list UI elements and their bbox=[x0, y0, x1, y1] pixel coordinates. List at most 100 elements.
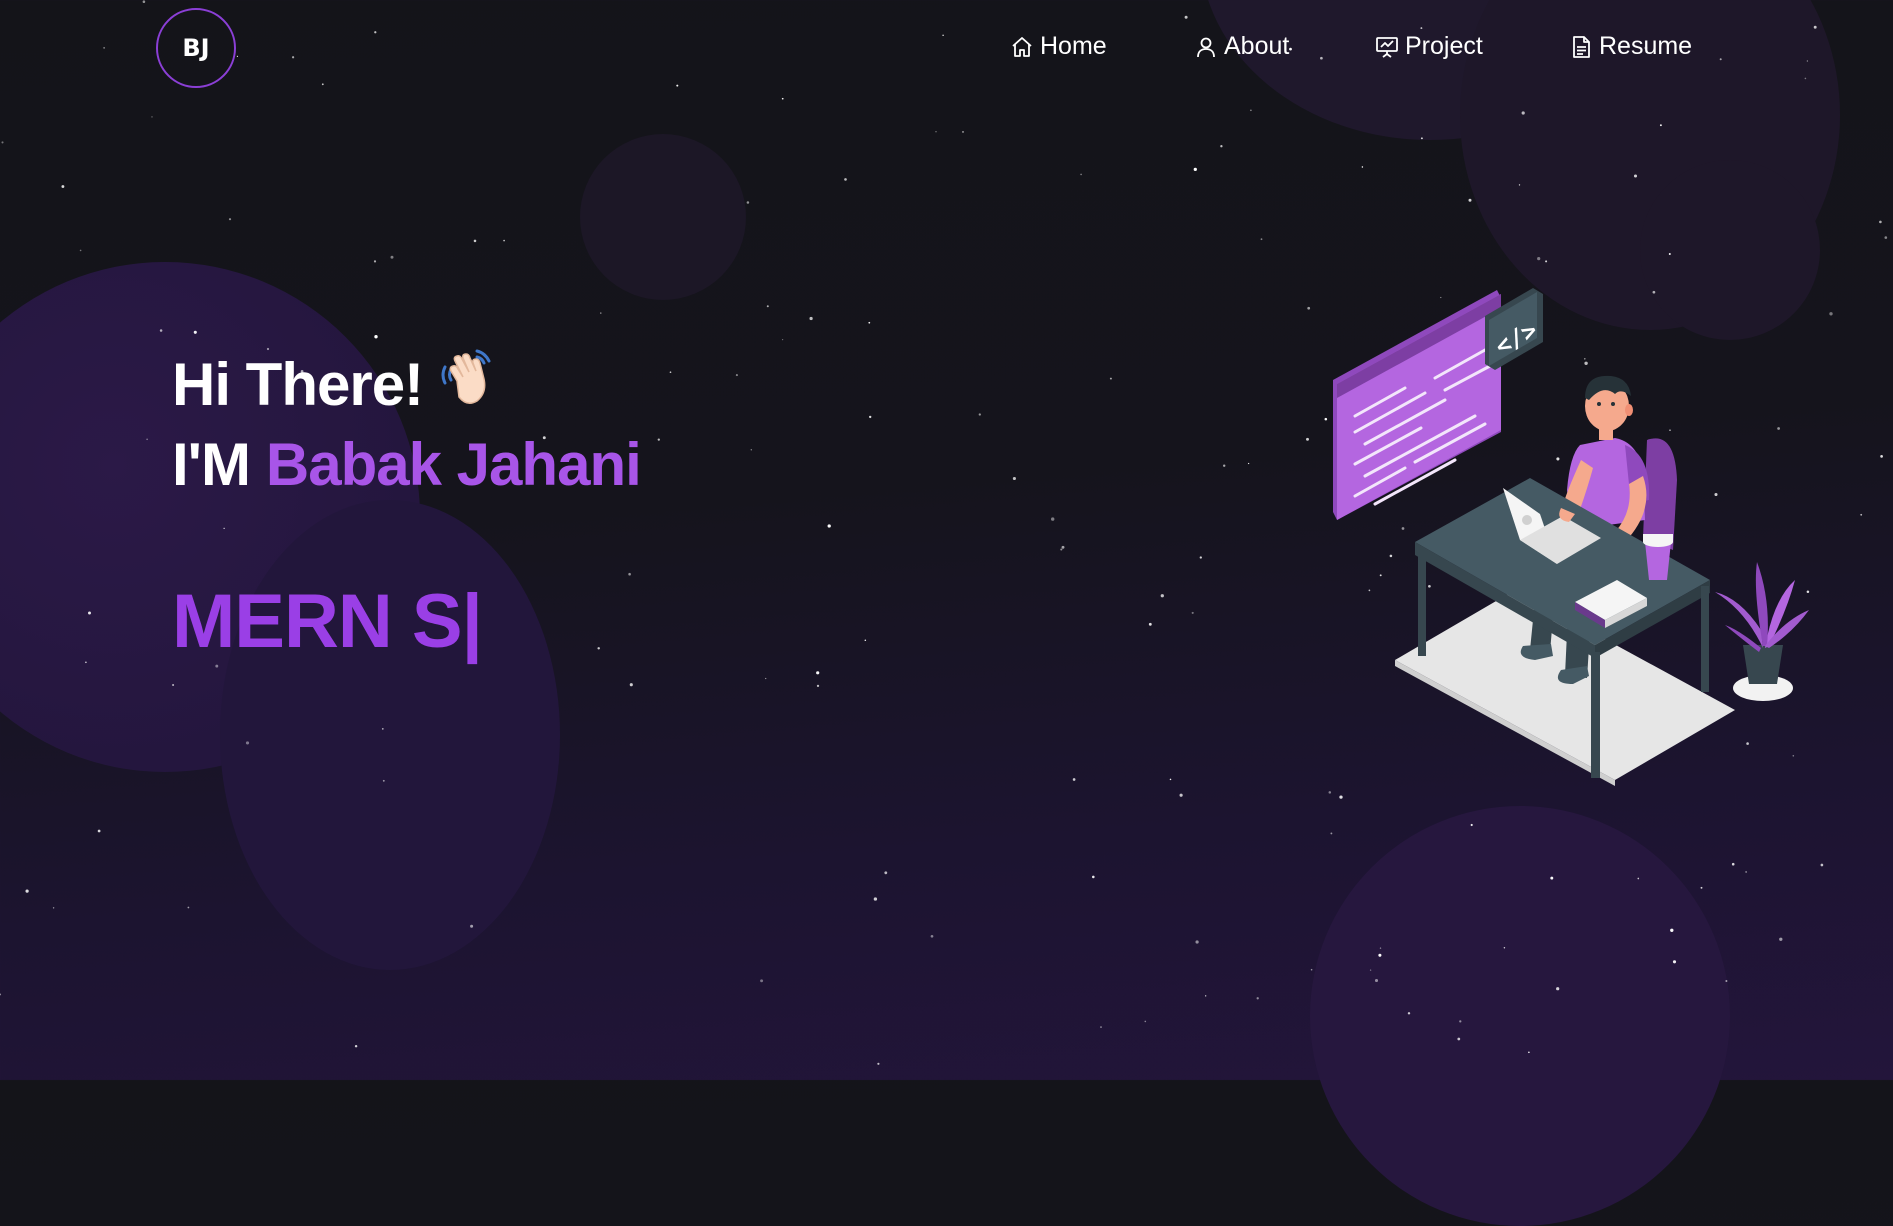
star bbox=[600, 312, 602, 314]
star bbox=[868, 321, 871, 324]
star bbox=[1307, 306, 1311, 310]
star bbox=[1310, 968, 1313, 971]
star bbox=[61, 185, 65, 188]
nav-about[interactable]: About bbox=[1194, 32, 1375, 61]
star bbox=[1109, 377, 1112, 380]
star bbox=[1813, 25, 1817, 29]
star bbox=[0, 993, 2, 996]
typewriter-text: MERN S| bbox=[172, 579, 483, 664]
nav-home-label: Home bbox=[1040, 32, 1107, 60]
star bbox=[354, 1044, 358, 1048]
star bbox=[1193, 167, 1197, 172]
star bbox=[374, 31, 377, 34]
home-icon bbox=[1012, 36, 1032, 57]
developer-illustration: </> bbox=[1333, 288, 1809, 786]
star bbox=[1072, 778, 1076, 781]
star bbox=[765, 677, 767, 680]
star bbox=[781, 97, 784, 100]
star bbox=[1633, 174, 1638, 178]
star bbox=[1468, 198, 1472, 202]
star bbox=[816, 684, 820, 688]
star bbox=[1179, 793, 1183, 797]
star bbox=[1725, 979, 1728, 983]
star bbox=[321, 83, 324, 86]
star bbox=[373, 260, 377, 263]
hero-intro: Hi There! I'M Babak Jahani bbox=[172, 345, 642, 506]
star bbox=[503, 239, 505, 242]
star bbox=[782, 339, 784, 341]
star bbox=[750, 449, 752, 451]
star bbox=[1659, 124, 1662, 127]
document-icon bbox=[1573, 35, 1590, 58]
star bbox=[1637, 877, 1640, 880]
star bbox=[877, 1062, 880, 1065]
code-window-icon bbox=[1333, 290, 1501, 520]
star bbox=[884, 871, 888, 875]
star bbox=[1379, 947, 1382, 949]
star bbox=[1804, 77, 1807, 80]
star bbox=[1205, 995, 1207, 997]
logo[interactable]: BJ bbox=[156, 8, 236, 88]
nav-project[interactable]: Project bbox=[1375, 32, 1569, 61]
star bbox=[1260, 238, 1263, 241]
star bbox=[827, 524, 831, 528]
star bbox=[1160, 594, 1164, 598]
star bbox=[1169, 778, 1172, 781]
star bbox=[1195, 940, 1199, 944]
star bbox=[1339, 795, 1343, 799]
nav-resume[interactable]: Resume bbox=[1569, 32, 1729, 61]
star bbox=[1369, 969, 1372, 971]
star bbox=[657, 438, 660, 441]
star bbox=[1247, 462, 1250, 465]
star bbox=[1670, 928, 1674, 932]
star bbox=[1745, 871, 1747, 873]
star bbox=[85, 661, 87, 664]
star bbox=[1521, 111, 1525, 115]
star bbox=[215, 664, 219, 668]
star bbox=[470, 924, 474, 928]
star bbox=[1374, 978, 1379, 983]
star bbox=[245, 741, 250, 745]
intro-prefix: I'M bbox=[172, 430, 251, 498]
star bbox=[193, 330, 197, 334]
star bbox=[1148, 622, 1152, 626]
star bbox=[669, 371, 672, 374]
star bbox=[935, 131, 937, 133]
star bbox=[869, 415, 872, 419]
star bbox=[1503, 947, 1506, 949]
star bbox=[766, 305, 769, 308]
star bbox=[1407, 1012, 1411, 1015]
star bbox=[223, 527, 225, 530]
star bbox=[1884, 236, 1888, 239]
star bbox=[1, 141, 4, 144]
star bbox=[1672, 960, 1677, 964]
star bbox=[382, 779, 385, 782]
star bbox=[930, 934, 934, 938]
star bbox=[1144, 1020, 1147, 1023]
star bbox=[159, 329, 163, 332]
star bbox=[816, 671, 820, 675]
star bbox=[942, 34, 944, 37]
nav-home[interactable]: Home bbox=[1010, 32, 1194, 61]
star bbox=[628, 572, 631, 576]
person-name: Babak Jahani bbox=[265, 430, 642, 498]
user-icon bbox=[1197, 37, 1215, 57]
star bbox=[1199, 556, 1202, 559]
star bbox=[1330, 832, 1333, 835]
nav-project-label: Project bbox=[1405, 32, 1483, 60]
star bbox=[1806, 60, 1809, 62]
nav-about-label: About bbox=[1224, 32, 1290, 60]
star bbox=[844, 178, 847, 181]
star bbox=[291, 56, 295, 59]
star bbox=[473, 239, 477, 243]
waving-hand-icon bbox=[437, 345, 501, 423]
star bbox=[1361, 166, 1364, 168]
star bbox=[1779, 937, 1783, 941]
star bbox=[142, 0, 146, 3]
star bbox=[1191, 611, 1194, 614]
star bbox=[1223, 464, 1226, 467]
star bbox=[978, 413, 981, 416]
star bbox=[746, 201, 750, 204]
star bbox=[1060, 548, 1063, 551]
star bbox=[151, 116, 153, 118]
